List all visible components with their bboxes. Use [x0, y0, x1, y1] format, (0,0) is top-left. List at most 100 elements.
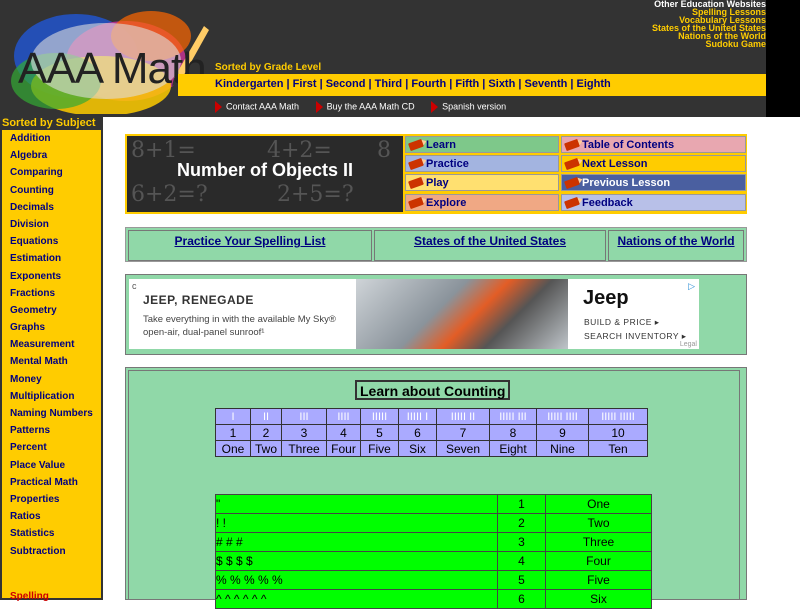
- sidebar-item-addition[interactable]: Addition: [2, 130, 101, 147]
- edu-link-sudoku[interactable]: Sudoku Game: [652, 40, 766, 49]
- sidebar-item-estimation[interactable]: Estimation: [2, 250, 101, 267]
- tally-cell: IIII: [326, 408, 361, 425]
- spelling-links-row: Practice Your Spelling List States of th…: [125, 227, 747, 262]
- grade-eighth[interactable]: Eighth: [577, 78, 611, 90]
- contact-link[interactable]: Contact AAA Math: [215, 101, 299, 113]
- pencil-icon: [408, 196, 424, 210]
- grade-level-title: Sorted by Grade Level: [215, 62, 322, 73]
- word-cell: Three: [281, 440, 327, 457]
- sidebar-item-exponents[interactable]: Exponents: [2, 268, 101, 285]
- number-cell: 6: [497, 589, 546, 609]
- states-link[interactable]: States of the United States: [374, 230, 606, 261]
- grade-kindergarten[interactable]: Kindergarten: [215, 78, 283, 90]
- right-edge: [766, 0, 800, 117]
- ad-legal-link[interactable]: Legal: [680, 341, 697, 348]
- explore-button[interactable]: Explore: [405, 194, 559, 211]
- sidebar-item-mental-math[interactable]: Mental Math: [2, 353, 101, 370]
- tally-cell: I: [215, 408, 251, 425]
- ad-title: JEEP, RENEGADE: [143, 293, 254, 307]
- pencil-icon: [408, 157, 424, 171]
- number-cell: 9: [536, 424, 589, 441]
- buy-cd-link[interactable]: Buy the AAA Math CD: [315, 101, 415, 113]
- sidebar-item-practical-math[interactable]: Practical Math: [2, 474, 101, 491]
- number-cell: 1: [497, 494, 546, 514]
- number-cell: 4: [497, 551, 546, 571]
- feedback-button[interactable]: Feedback: [561, 194, 746, 211]
- sidebar-item-geometry[interactable]: Geometry: [2, 302, 101, 319]
- nations-link[interactable]: Nations of the World: [608, 230, 744, 261]
- tally-row: I II III IIII IIIII IIIII I IIIII II III…: [215, 408, 648, 425]
- word-cell: Five: [545, 570, 652, 590]
- sidebar-item-equations[interactable]: Equations: [2, 233, 101, 250]
- word-cell: Eight: [489, 440, 537, 457]
- sidebar-item-properties[interactable]: Properties: [2, 491, 101, 508]
- sidebar-item-measurement[interactable]: Measurement: [2, 336, 101, 353]
- spanish-link[interactable]: Spanish version: [431, 101, 506, 113]
- sidebar-item-percent[interactable]: Percent: [2, 439, 101, 456]
- number-cell: 7: [436, 424, 490, 441]
- sidebar-item-ratios[interactable]: Ratios: [2, 508, 101, 525]
- grade-second[interactable]: Second: [326, 78, 366, 90]
- lesson-title: Learn about Counting: [355, 380, 511, 400]
- sidebar-item-algebra[interactable]: Algebra: [2, 147, 101, 164]
- tally-cell: II: [250, 408, 282, 425]
- sidebar-item-decimals[interactable]: Decimals: [2, 199, 101, 216]
- learn-label: Learn: [426, 139, 456, 151]
- tally-cell: IIIII IIIII: [588, 408, 648, 425]
- number-cell: 5: [360, 424, 399, 441]
- tally-cell: IIIII: [360, 408, 399, 425]
- word-cell: Four: [326, 440, 361, 457]
- play-button[interactable]: Play: [405, 174, 559, 191]
- number-cell: 5: [497, 570, 546, 590]
- sidebar-item-spelling[interactable]: Spelling: [2, 588, 101, 605]
- grade-third[interactable]: Third: [375, 78, 403, 90]
- practice-spelling-link[interactable]: Practice Your Spelling List: [128, 230, 372, 261]
- sidebar-item-comparing[interactable]: Comparing: [2, 164, 101, 181]
- previous-label: Previous Lesson: [582, 177, 671, 189]
- word-cell: Two: [545, 513, 652, 533]
- number-cell: 2: [250, 424, 282, 441]
- sidebar-item-money[interactable]: Money: [2, 371, 101, 388]
- grade-fifth[interactable]: Fifth: [455, 78, 479, 90]
- advertisement[interactable]: c JEEP, RENEGADE Take everything in with…: [129, 279, 699, 349]
- sidebar-item-graphs[interactable]: Graphs: [2, 319, 101, 336]
- sidebar-item-place-value[interactable]: Place Value: [2, 457, 101, 474]
- symbols-cell: % % % % %: [215, 570, 498, 590]
- practice-button[interactable]: Practice: [405, 155, 559, 172]
- page-title: Number of Objects II: [176, 160, 354, 180]
- table-of-contents-button[interactable]: Table of Contents: [561, 136, 746, 153]
- word-cell: Six: [398, 440, 437, 457]
- learn-button[interactable]: Learn: [405, 136, 559, 153]
- sidebar-item-counting[interactable]: Counting: [2, 182, 101, 199]
- sidebar-item-multiplication[interactable]: Multiplication: [2, 388, 101, 405]
- build-price-link[interactable]: BUILD & PRICE ▸: [584, 317, 660, 328]
- sidebar-item-naming-numbers[interactable]: Naming Numbers: [2, 405, 101, 422]
- education-links: Other Education Websites Spelling Lesson…: [652, 0, 766, 49]
- sidebar-item-subtraction[interactable]: Subtraction: [2, 543, 101, 560]
- ad-description: Take everything in with the available My…: [143, 314, 336, 338]
- previous-lesson-button[interactable]: Previous Lesson: [561, 174, 746, 191]
- ad-info-icon[interactable]: c: [132, 281, 137, 291]
- grade-seventh[interactable]: Seventh: [525, 78, 568, 90]
- pencil-icon: [408, 138, 424, 152]
- number-cell: 3: [281, 424, 327, 441]
- next-lesson-button[interactable]: Next Lesson: [561, 155, 746, 172]
- grade-first[interactable]: First: [293, 78, 317, 90]
- table-row: " 1 One: [215, 494, 652, 514]
- word-cell: Five: [360, 440, 399, 457]
- grade-sixth[interactable]: Sixth: [488, 78, 515, 90]
- spanish-label: Spanish version: [442, 101, 507, 112]
- aaa-math-logo[interactable]: AAA Math: [6, 6, 211, 116]
- tally-cell: IIIII III: [489, 408, 537, 425]
- sidebar-item-patterns[interactable]: Patterns: [2, 422, 101, 439]
- tally-cell: III: [281, 408, 327, 425]
- subject-sidebar: Addition Algebra Comparing Counting Deci…: [0, 130, 103, 602]
- ad-choices-icon[interactable]: ▷: [688, 281, 695, 292]
- sidebar-item-statistics[interactable]: Statistics: [2, 525, 101, 542]
- symbol-count-table: " 1 One ! ! 2 Two # # # 3 Three $ $ $ $ …: [215, 494, 652, 609]
- sidebar-item-fractions[interactable]: Fractions: [2, 285, 101, 302]
- search-inventory-link[interactable]: SEARCH INVENTORY ▸: [584, 331, 687, 342]
- word-cell: Ten: [588, 440, 648, 457]
- sidebar-item-division[interactable]: Division: [2, 216, 101, 233]
- grade-fourth[interactable]: Fourth: [411, 78, 446, 90]
